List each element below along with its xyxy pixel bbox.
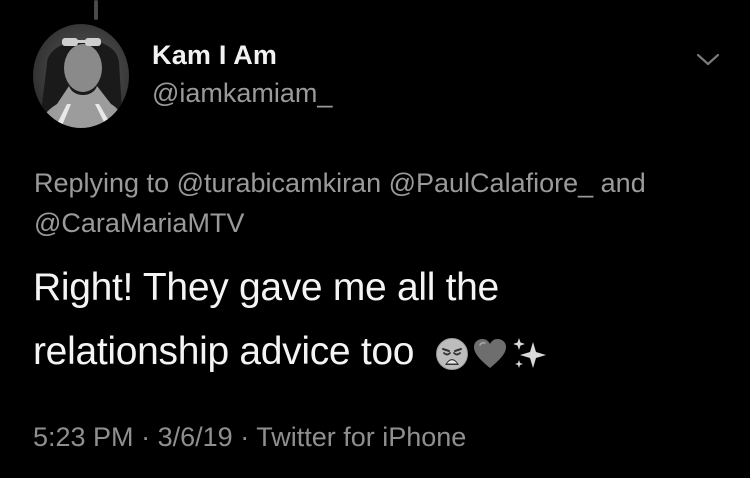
- replying-to-line-continued: @CaraMariaMTV: [34, 208, 244, 239]
- avatar[interactable]: [33, 24, 129, 128]
- mention-link[interactable]: @turabicamkiran: [177, 168, 381, 198]
- tweet-text-line: relationship advice too: [33, 330, 549, 374]
- sparkles-emoji: [512, 337, 546, 368]
- tweet-text-line-content: relationship advice too: [33, 330, 415, 373]
- tweet-source-link[interactable]: Twitter for iPhone: [256, 422, 466, 452]
- meta-separator: ·: [141, 422, 151, 452]
- emoji-group: [435, 336, 549, 372]
- replying-to-conjunction: and: [600, 168, 646, 198]
- author-name[interactable]: Kam I Am: [152, 40, 277, 71]
- avatar-image: [37, 38, 127, 128]
- tweet-time: 5:23 PM: [33, 422, 134, 452]
- mention-link[interactable]: @CaraMariaMTV: [34, 208, 244, 238]
- weary-face-emoji: [435, 337, 468, 370]
- tweet-text-line: Right! They gave me all the: [33, 266, 499, 309]
- tweet-meta: 5:23 PM · 3/6/19 · Twitter for iPhone: [33, 422, 466, 453]
- replying-to-label: Replying to: [34, 168, 170, 198]
- tweet-date: 3/6/19: [157, 422, 233, 452]
- thread-connector-line: [94, 0, 98, 20]
- replying-to-line: Replying to @turabicamkiran @PaulCalafio…: [34, 168, 646, 199]
- mention-link[interactable]: @PaulCalafiore_: [389, 168, 594, 198]
- heart-emoji: [473, 338, 506, 368]
- chevron-down-icon[interactable]: [694, 48, 722, 70]
- author-handle[interactable]: @iamkamiam_: [152, 78, 332, 109]
- meta-separator: ·: [240, 422, 250, 452]
